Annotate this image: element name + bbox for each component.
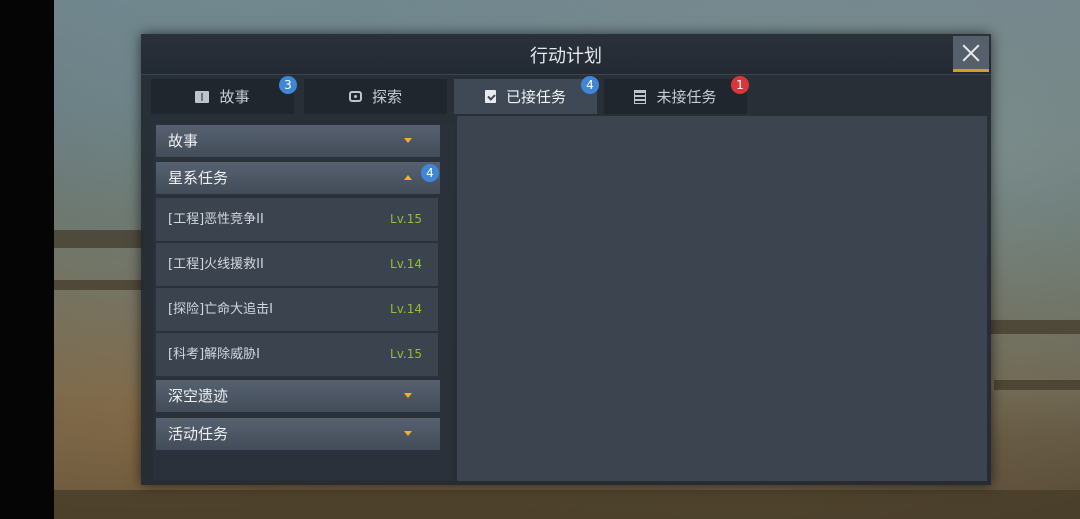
quest-item[interactable]: [科考]解除威胁I Lv.15 xyxy=(156,333,438,376)
chevron-up-icon xyxy=(404,175,412,180)
close-button[interactable] xyxy=(953,36,989,72)
quest-level: Lv.15 xyxy=(390,347,422,361)
book-icon xyxy=(195,90,210,103)
quest-item[interactable]: [工程]恶性竞争II Lv.15 xyxy=(156,198,438,241)
quest-level: Lv.15 xyxy=(390,212,422,226)
tab-label: 故事 xyxy=(219,88,250,106)
quest-detail-area xyxy=(457,116,987,481)
tab-unaccepted-quests[interactable]: 未接任务 xyxy=(604,79,747,114)
tab-accepted-quests[interactable]: 已接任务 xyxy=(454,79,597,114)
tab-unaccepted-badge: 1 xyxy=(731,76,749,94)
category-label: 活动任务 xyxy=(168,425,229,443)
quest-name: [探险]亡命大追击I xyxy=(168,302,273,317)
title-bar: 行动计划 xyxy=(141,34,991,75)
quest-category-list: 故事 星系任务 4 [工程]恶性竞争II Lv.15 [工程]火线援救II Lv… xyxy=(153,123,453,480)
explore-icon xyxy=(348,91,362,102)
panel-title: 行动计划 xyxy=(530,46,602,67)
quest-name: [工程]恶性竞争II xyxy=(168,212,264,227)
tab-accepted-badge: 4 xyxy=(581,76,599,94)
chevron-down-icon xyxy=(404,138,412,143)
quest-item[interactable]: [探险]亡命大追击I Lv.14 xyxy=(156,288,438,331)
category-label: 深空遗迹 xyxy=(168,387,229,405)
quest-level: Lv.14 xyxy=(390,302,422,316)
tab-story-badge: 3 xyxy=(279,76,297,94)
category-label: 故事 xyxy=(168,132,199,150)
tab-label: 未接任务 xyxy=(656,88,717,106)
chevron-down-icon xyxy=(404,393,412,398)
category-event-quests[interactable]: 活动任务 xyxy=(156,418,440,450)
category-galaxy-badge: 4 xyxy=(421,164,439,182)
tab-label: 已接任务 xyxy=(505,88,566,106)
action-plan-panel: 行动计划 故事 3 探索 已接任务 4 未接任务 1 故事 星系任务 4 [工程… xyxy=(141,34,991,485)
quest-item[interactable]: [工程]火线援救II Lv.14 xyxy=(156,243,438,286)
category-deep-space-ruins[interactable]: 深空遗迹 xyxy=(156,380,440,412)
category-label: 星系任务 xyxy=(168,169,229,187)
list-icon xyxy=(634,89,647,104)
chevron-down-icon xyxy=(404,431,412,436)
tab-label: 探索 xyxy=(371,88,402,106)
screen-left-edge xyxy=(0,0,54,519)
clipboard-check-icon xyxy=(484,90,496,103)
tab-story[interactable]: 故事 xyxy=(151,79,294,114)
tab-explore[interactable]: 探索 xyxy=(304,79,447,114)
quest-level: Lv.14 xyxy=(390,257,422,271)
category-story[interactable]: 故事 xyxy=(156,125,440,157)
quest-name: [科考]解除威胁I xyxy=(168,347,260,362)
quest-name: [工程]火线援救II xyxy=(168,257,264,272)
category-galaxy-quests[interactable]: 星系任务 xyxy=(156,162,440,194)
